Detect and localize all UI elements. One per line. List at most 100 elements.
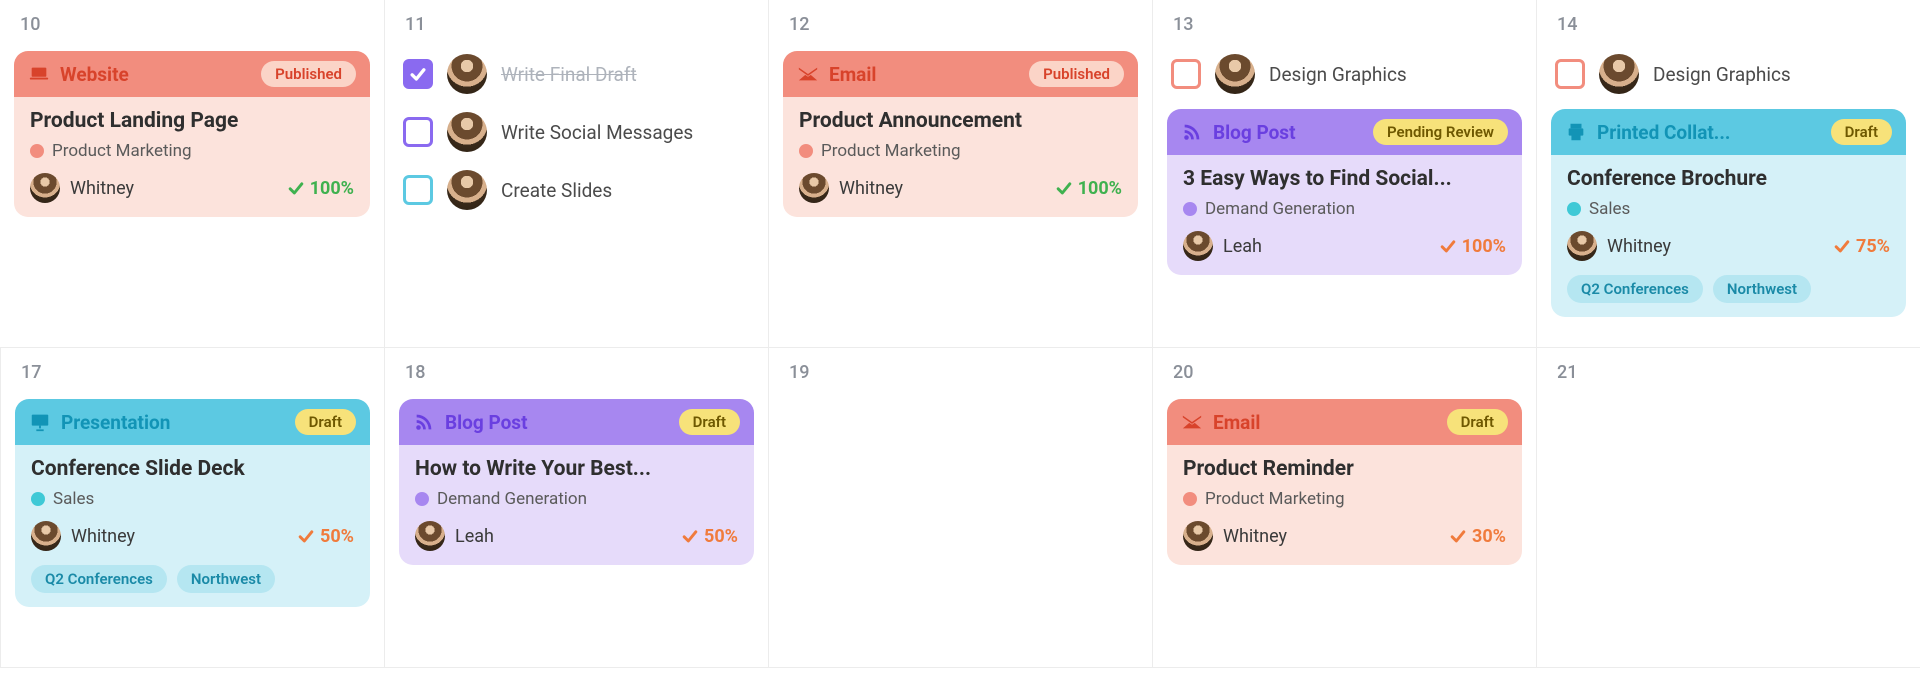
- status-badge: Published: [261, 61, 356, 87]
- calendar-grid: 10WebsitePublishedProduct Landing PagePr…: [0, 0, 1920, 668]
- task-label: Create Slides: [501, 179, 612, 202]
- status-badge: Draft: [679, 409, 740, 435]
- mail-icon: [1181, 411, 1203, 433]
- assignee-avatar: [1183, 231, 1213, 261]
- assignee-avatar: [415, 521, 445, 551]
- progress-value: 100%: [1462, 236, 1506, 257]
- card-body: Conference BrochureSalesWhitney75%Q2 Con…: [1551, 155, 1906, 317]
- calendar-day[interactable]: 10WebsitePublishedProduct Landing PagePr…: [0, 0, 384, 348]
- card-footer: Whitney 100%: [799, 173, 1122, 203]
- card-category: Demand Generation: [1183, 199, 1506, 219]
- task-row[interactable]: Write Final Draft: [399, 51, 754, 97]
- card-header: EmailPublished: [783, 51, 1138, 97]
- task-checkbox[interactable]: [403, 117, 433, 147]
- day-number: 18: [399, 362, 754, 383]
- category-dot: [31, 492, 45, 506]
- content-card[interactable]: PresentationDraftConference Slide DeckSa…: [15, 399, 370, 607]
- status-badge: Draft: [1447, 409, 1508, 435]
- task-checkbox[interactable]: [1555, 59, 1585, 89]
- content-card[interactable]: Blog PostPending Review3 Easy Ways to Fi…: [1167, 109, 1522, 275]
- calendar-day[interactable]: 19: [768, 348, 1152, 668]
- laptop-icon: [28, 63, 50, 85]
- task-label: Write Social Messages: [501, 121, 693, 144]
- task-checkbox[interactable]: [403, 59, 433, 89]
- calendar-day[interactable]: 13Design GraphicsBlog PostPending Review…: [1152, 0, 1536, 348]
- category-label: Product Marketing: [1205, 489, 1345, 509]
- progress: 50%: [296, 526, 354, 547]
- card-title: Product Reminder: [1183, 457, 1506, 481]
- assignee-name: Leah: [455, 526, 494, 547]
- task-row[interactable]: Write Social Messages: [399, 109, 754, 155]
- progress-value: 100%: [310, 178, 354, 199]
- category-dot: [1183, 492, 1197, 506]
- card-footer: Leah100%: [1183, 231, 1506, 261]
- assignee: Whitney: [31, 521, 135, 551]
- card-header: Blog Post Draft: [399, 399, 754, 445]
- rss-icon: [1181, 121, 1203, 143]
- tag[interactable]: Q2 Conferences: [1567, 275, 1703, 303]
- progress-value: 30%: [1472, 526, 1506, 547]
- calendar-day[interactable]: 17PresentationDraftConference Slide Deck…: [0, 348, 384, 668]
- card-header: Blog PostPending Review: [1167, 109, 1522, 155]
- category-dot: [1567, 202, 1581, 216]
- calendar-day[interactable]: 21: [1536, 348, 1920, 668]
- tag[interactable]: Northwest: [177, 565, 275, 593]
- card-title: Conference Brochure: [1567, 167, 1890, 191]
- card-tags: Q2 Conferences Northwest: [1567, 275, 1890, 303]
- card-header: EmailDraft: [1167, 399, 1522, 445]
- content-card[interactable]: EmailDraft Product Reminder Product Market…: [1167, 399, 1522, 565]
- content-card[interactable]: Blog PostDraftHow to Write Your Best...D…: [399, 399, 754, 565]
- task-row[interactable]: Create Slides: [399, 167, 754, 213]
- assignee-avatar: [1215, 54, 1255, 94]
- card-body: Product Reminder Product Marketing Whitney…: [1167, 445, 1522, 565]
- assignee-avatar: [31, 521, 61, 551]
- task-row[interactable]: Design Graphics: [1551, 51, 1906, 97]
- content-card[interactable]: EmailPublished Product Announcement Produc…: [783, 51, 1138, 217]
- mail-icon: [797, 63, 819, 85]
- card-type: Blog Post: [413, 411, 528, 434]
- calendar-day[interactable]: 14Design GraphicsPrinted Collat...DraftC…: [1536, 0, 1920, 348]
- card-type: Blog Post: [1181, 121, 1296, 144]
- content-card[interactable]: Printed Collat...DraftConference Brochur…: [1551, 109, 1906, 317]
- task-checkbox[interactable]: [403, 175, 433, 205]
- calendar-day[interactable]: 11 Write Final Draft Write Social Messages…: [384, 0, 768, 348]
- calendar-day[interactable]: 12EmailPublishedProduct AnnouncementProd…: [768, 0, 1152, 348]
- assignee-avatar: [447, 170, 487, 210]
- print-icon: [1565, 121, 1587, 143]
- card-body: Conference Slide DeckSalesWhitney50%Q2 C…: [15, 445, 370, 607]
- task-row[interactable]: Design Graphics: [1167, 51, 1522, 97]
- assignee: Leah: [415, 521, 494, 551]
- card-footer: Whitney30%: [1183, 521, 1506, 551]
- category-dot: [1183, 202, 1197, 216]
- assignee-name: Whitney: [1607, 236, 1671, 257]
- calendar-day[interactable]: 20EmailDraftProduct ReminderProduct Mark…: [1152, 348, 1536, 668]
- calendar-day[interactable]: 18Blog PostDraftHow to Write Your Best..…: [384, 348, 768, 668]
- progress: 100%: [286, 178, 354, 199]
- card-header: PresentationDraft: [15, 399, 370, 445]
- card-title: Product Announcement: [799, 109, 1122, 133]
- status-badge: Draft: [295, 409, 356, 435]
- tag[interactable]: Northwest: [1713, 275, 1811, 303]
- assignee-avatar: [1599, 54, 1639, 94]
- progress: 75%: [1832, 236, 1890, 257]
- assignee: Whitney: [1567, 231, 1671, 261]
- card-body: 3 Easy Ways to Find Social...Demand Gene…: [1167, 155, 1522, 275]
- tag[interactable]: Q2 Conferences: [31, 565, 167, 593]
- assignee-name: Whitney: [71, 526, 135, 547]
- progress: 100%: [1054, 178, 1122, 199]
- card-tags: Q2 Conferences Northwest: [31, 565, 354, 593]
- card-type-label: Blog Post: [1213, 121, 1296, 144]
- card-category: Product Marketing: [799, 141, 1122, 161]
- day-number: 11: [399, 14, 754, 35]
- task-checkbox[interactable]: [1171, 59, 1201, 89]
- card-type-label: Website: [60, 63, 129, 86]
- task-label: Design Graphics: [1269, 63, 1407, 86]
- content-card[interactable]: WebsitePublishedProduct Landing PageProd…: [14, 51, 370, 217]
- category-dot: [30, 144, 44, 158]
- assignee: Whitney: [799, 173, 903, 203]
- progress: 50%: [680, 526, 738, 547]
- card-title: Product Landing Page: [30, 109, 354, 133]
- card-title: Conference Slide Deck: [31, 457, 354, 481]
- progress: 100%: [1438, 236, 1506, 257]
- card-category: Product Marketing: [1183, 489, 1506, 509]
